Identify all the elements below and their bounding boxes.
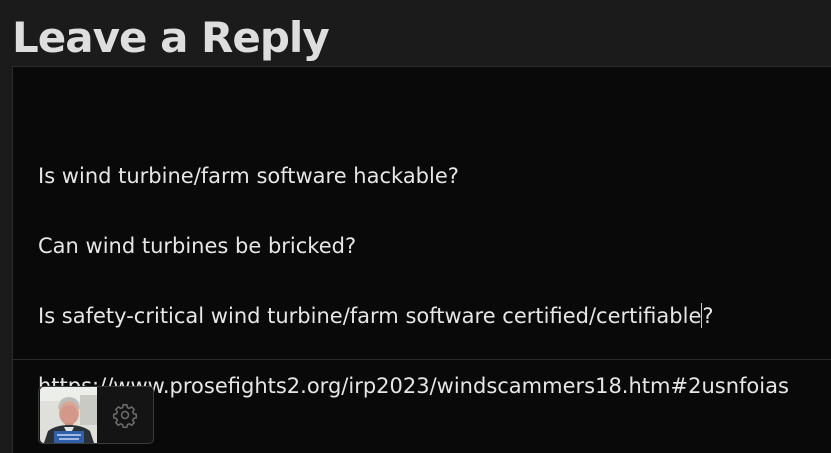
page-title: Leave a Reply (12, 13, 330, 62)
text-before-caret: Is safety-critical wind turbine/farm sof… (38, 304, 702, 328)
gear-icon[interactable] (97, 387, 153, 443)
comment-form: Leave a Reply Is wind turbine/farm softw… (0, 0, 831, 453)
user-avatar-icon[interactable] (40, 387, 98, 443)
comment-paragraph-3: Is safety-critical wind turbine/farm sof… (38, 302, 714, 330)
comment-paragraph-2: Can wind turbines be bricked? (38, 234, 357, 258)
reply-box: Is wind turbine/farm software hackable? … (12, 66, 831, 453)
comment-toolbar (38, 386, 154, 444)
text-after-caret: ? (702, 304, 714, 328)
comment-textarea[interactable]: Is wind turbine/farm software hackable? … (13, 67, 831, 398)
comment-paragraph-1: Is wind turbine/farm software hackable? (38, 164, 459, 188)
